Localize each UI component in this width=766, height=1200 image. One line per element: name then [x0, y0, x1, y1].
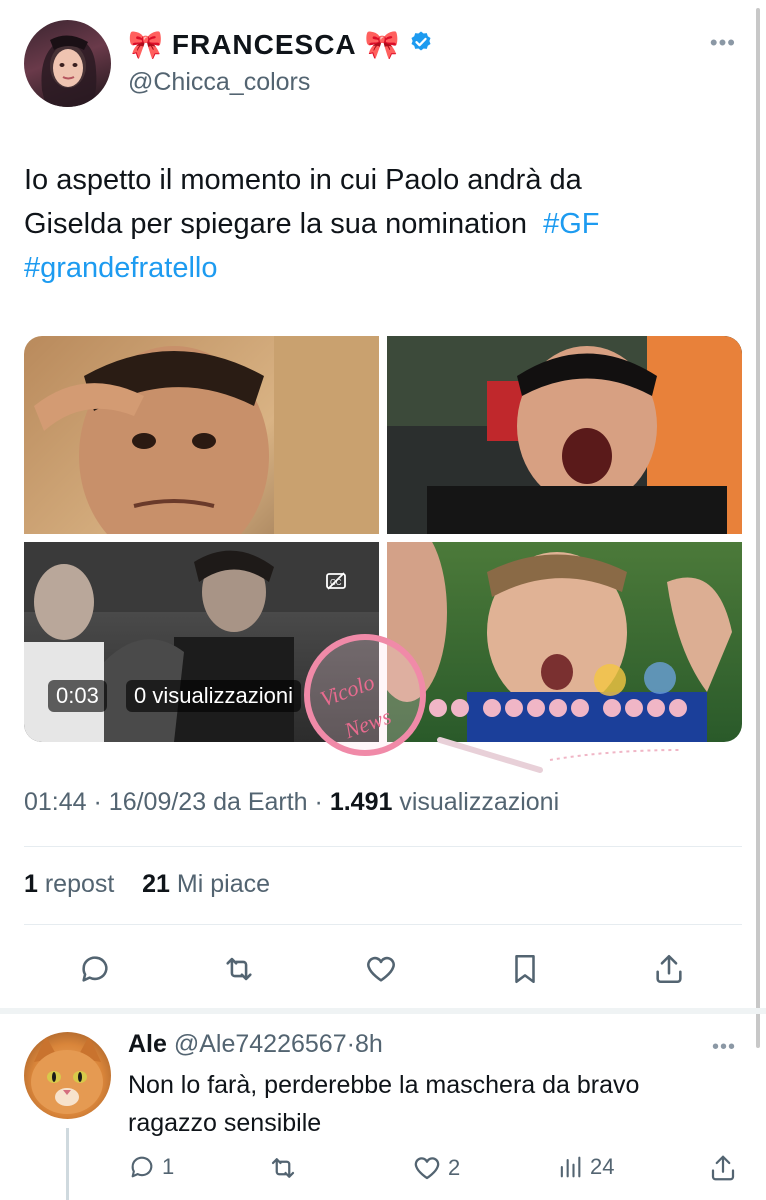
- reply-share-button[interactable]: [708, 1153, 738, 1183]
- thread-line: [66, 1128, 69, 1200]
- bow-left-icon: 🎀: [128, 29, 164, 60]
- divider: [24, 924, 742, 925]
- repost-icon[interactable]: [214, 944, 264, 994]
- watermark-logo-vicolo: Vicolo News: [300, 630, 430, 760]
- verified-badge-icon: [409, 29, 433, 61]
- bow-right-icon: 🎀: [364, 29, 401, 60]
- tweet-stats: 1 repost 21 Mi piace: [24, 870, 270, 899]
- reply-time[interactable]: 8h: [355, 1030, 383, 1058]
- tweet-meta: 01:44 · 16/09/23 da Earth · 1.491 visual…: [24, 788, 559, 817]
- likes-link[interactable]: 21 Mi piace: [142, 870, 270, 898]
- reply-text: Non lo farà, perderebbe la maschera da b…: [128, 1066, 738, 1142]
- tweet-actions: [24, 944, 742, 994]
- reply-avatar[interactable]: [24, 1032, 111, 1119]
- likes-label: Mi piace: [176, 870, 270, 898]
- captions-icon[interactable]: CC: [325, 570, 347, 597]
- reply-separator: ·: [346, 1030, 355, 1058]
- reply-icon[interactable]: [70, 944, 120, 994]
- author-display-name: FRANCESCA: [171, 28, 357, 60]
- author-name[interactable]: 🎀 FRANCESCA 🎀: [128, 28, 433, 61]
- tweet-text: Io aspetto il momento in cui Paolo andrà…: [24, 158, 724, 290]
- author-avatar[interactable]: [24, 20, 111, 107]
- reply-text-line1: Non lo farà, perderebbe la maschera da b…: [128, 1071, 640, 1099]
- reply-likes-count: 2: [448, 1155, 461, 1180]
- share-icon[interactable]: [644, 944, 694, 994]
- views-label: visualizzazioni: [399, 788, 560, 816]
- reposts-link[interactable]: 1 repost: [24, 870, 114, 898]
- share-small-icon: [711, 1155, 735, 1181]
- tweet-date[interactable]: 16/09/23: [109, 788, 206, 816]
- repost-small-icon: [271, 1158, 295, 1178]
- reply-like-button[interactable]: 2: [412, 1153, 460, 1183]
- hashtag-gf[interactable]: #GF: [543, 208, 599, 240]
- reply-author-name[interactable]: Ale: [128, 1030, 167, 1058]
- analytics-icon: [560, 1156, 581, 1178]
- author-handle[interactable]: @Chicca_colors: [128, 68, 310, 97]
- media-image-2[interactable]: [387, 336, 742, 534]
- likes-count: 21: [142, 870, 170, 898]
- author-avatar-image: [41, 35, 97, 107]
- reposts-label: repost: [44, 870, 115, 898]
- reply-actions: 1 2 24: [128, 1153, 740, 1193]
- tweet-source: da Earth: [213, 788, 308, 816]
- tweet-text-line2: Giselda per spiegare la sua nomination: [24, 208, 527, 240]
- tweet-text-line1: Io aspetto il momento in cui Paolo andrà…: [24, 164, 582, 196]
- video-duration: 0:03: [48, 680, 107, 712]
- like-icon[interactable]: [356, 944, 406, 994]
- hashtag-grandefratello[interactable]: #grandefratello: [24, 252, 217, 284]
- bookmark-icon[interactable]: [500, 944, 550, 994]
- reply-views-count: 24: [590, 1154, 615, 1179]
- reply-header: Ale @Ale74226567·8h: [128, 1030, 383, 1059]
- reposts-count: 1: [24, 870, 38, 898]
- cat-avatar-image: [31, 1036, 103, 1114]
- video-views: 0 visualizzazioni: [126, 680, 301, 712]
- views-count: 1.491: [329, 788, 393, 816]
- reply-text-line2: ragazzo sensibile: [128, 1109, 322, 1137]
- reply-more-icon[interactable]: •••: [712, 1036, 736, 1059]
- reply-author-handle[interactable]: @Ale74226567: [174, 1030, 347, 1058]
- reply-reply-button[interactable]: 1: [128, 1153, 174, 1181]
- section-separator: [0, 1008, 766, 1014]
- divider: [24, 846, 742, 847]
- reply-repost-button[interactable]: [268, 1153, 298, 1183]
- more-options-icon[interactable]: •••: [710, 30, 736, 56]
- reply-replies-count: 1: [162, 1154, 175, 1179]
- tweet-time[interactable]: 01:44: [24, 788, 87, 816]
- reply-small-icon: [131, 1156, 153, 1178]
- meta-separator: ·: [314, 788, 323, 816]
- like-small-icon: [414, 1157, 440, 1180]
- scrollbar[interactable]: [756, 8, 760, 1048]
- media-image-1[interactable]: [24, 336, 379, 534]
- watermark-logo-talpe: [420, 660, 700, 780]
- reply-views-button[interactable]: 24: [556, 1153, 614, 1181]
- meta-separator: ·: [93, 788, 102, 816]
